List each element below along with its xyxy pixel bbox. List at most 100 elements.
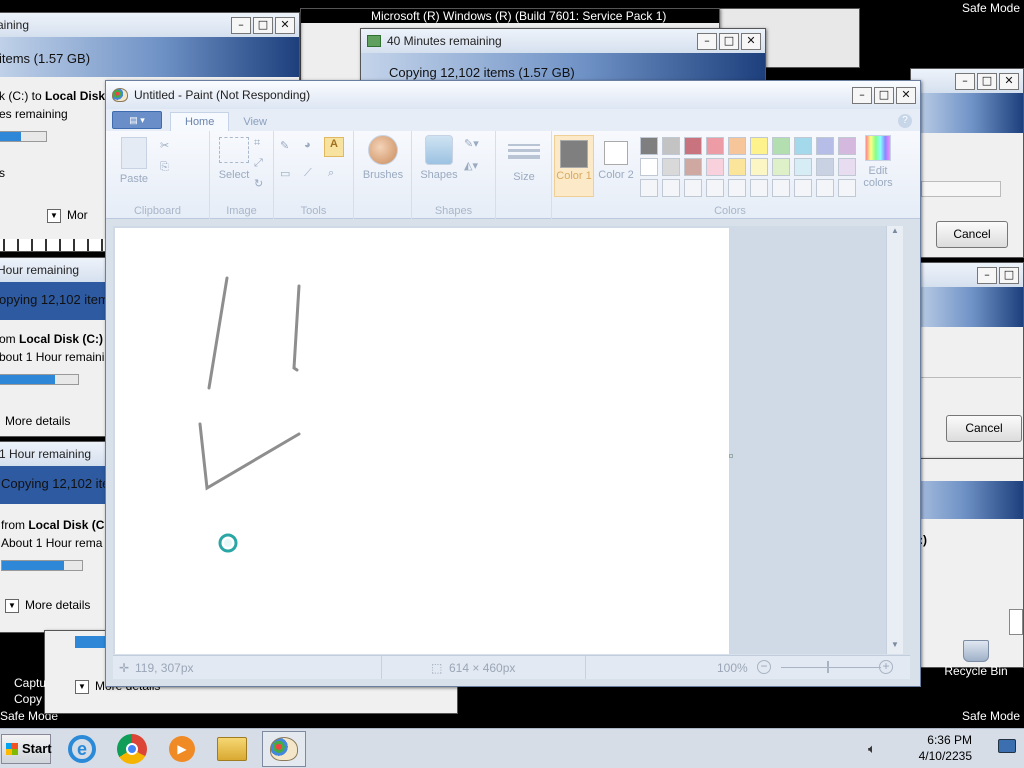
more-details-toggle[interactable]: ▼ More details [5,598,90,613]
maximize-button[interactable]: □ [874,86,894,104]
more-details-toggle[interactable]: ▼ Mor [47,208,88,223]
minimize-button[interactable]: – [697,32,717,50]
palette-swatch[interactable] [662,158,680,176]
color1-button[interactable]: Color 1 [554,135,594,197]
palette-swatch[interactable] [684,158,702,176]
zoom-slider-track[interactable] [781,667,881,668]
palette-swatch[interactable] [640,137,658,155]
explorer-icon[interactable] [210,731,254,767]
from-bold: Local Disk (C: [28,518,108,532]
show-desktop-icon[interactable] [998,739,1016,753]
magnifier-icon[interactable]: ⌕ [328,167,334,180]
palette-swatch[interactable] [662,179,680,197]
recycle-bin[interactable]: Recycle Bin [944,640,1008,678]
help-icon[interactable]: ? [898,114,912,128]
palette-swatch[interactable] [728,158,746,176]
palette-swatch[interactable] [794,158,812,176]
palette-swatch[interactable] [750,137,768,155]
select-button[interactable]: Select [214,137,254,181]
maximize-button[interactable]: □ [999,266,1019,284]
eraser-icon[interactable]: ▭ [280,167,290,180]
palette-swatch[interactable] [750,179,768,197]
minimize-button[interactable]: – [231,16,251,34]
palette-swatch[interactable] [728,179,746,197]
scroll-up-arrow[interactable]: ▲ [887,226,903,240]
brushes-button[interactable]: Brushes [358,135,408,181]
palette-swatch[interactable] [684,179,702,197]
paint-window: Untitled - Paint (Not Responding) – □ ✕ ▤ … [105,80,921,687]
minimize-button[interactable]: – [955,72,975,90]
zoom-out-button[interactable]: − [757,660,771,674]
palette-swatch[interactable] [794,179,812,197]
crop-icon[interactable]: ⌗ [254,137,260,150]
palette-swatch[interactable] [816,179,834,197]
palette-swatch[interactable] [794,137,812,155]
resize-handle[interactable] [729,454,733,458]
palette-swatch[interactable] [640,158,658,176]
chrome-icon[interactable] [110,731,154,767]
color-picker-icon[interactable]: ⟋ [304,167,312,180]
minimize-button[interactable]: – [977,266,997,284]
text-icon[interactable]: A [324,137,344,157]
clock[interactable]: 6:36 PM 4/10/2235 [919,732,972,764]
start-button[interactable]: Start [1,734,52,764]
fill-icon[interactable]: ◕ [304,139,311,151]
volume-muted-icon[interactable]: 🔈︎ [868,741,884,757]
scroll-down-arrow[interactable]: ▼ [887,640,903,654]
palette-swatch[interactable] [838,137,856,155]
palette-swatch[interactable] [772,179,790,197]
palette-swatch[interactable] [640,179,658,197]
group-brushes: Brushes [354,131,412,219]
cancel-button[interactable]: Cancel [946,415,1022,442]
stroke-mouth [198,422,301,491]
palette-swatch[interactable] [838,179,856,197]
palette-swatch[interactable] [772,158,790,176]
palette-swatch[interactable] [706,137,724,155]
size-button[interactable]: Size [502,137,546,183]
drawing-canvas[interactable] [115,228,729,654]
close-button[interactable]: ✕ [741,32,761,50]
palette-swatch[interactable] [816,158,834,176]
maximize-button[interactable]: □ [719,32,739,50]
pencil-icon[interactable]: ✎ [280,139,289,152]
copy-icon[interactable]: ⎘ [160,161,169,174]
palette-swatch[interactable] [816,137,834,155]
from-prefix: k (C:) to [0,89,46,103]
paint-taskbar-icon[interactable] [262,731,306,767]
outline-icon[interactable]: ✎▾ [464,137,479,150]
close-button[interactable]: ✕ [896,86,916,104]
tab-home[interactable]: Home [170,112,230,131]
app-menu-button[interactable]: ▤ ▾ [112,111,162,129]
shapes-button[interactable]: Shapes [416,135,462,181]
maximize-button[interactable]: □ [977,72,997,90]
rotate-icon[interactable]: ↻ [254,177,263,190]
cut-icon[interactable]: ✂ [160,139,169,152]
media-player-icon[interactable]: ▶ [160,731,204,767]
color2-button[interactable]: Color 2 [598,135,634,181]
palette-swatch[interactable] [662,137,680,155]
resize-icon[interactable]: ⤢ [254,157,263,170]
titlebar: aining – □ ✕ [0,13,299,37]
tab-view[interactable]: View [229,113,281,131]
vertical-scrollbar[interactable]: ▲ ▼ [886,226,903,654]
palette-swatch[interactable] [684,137,702,155]
palette-swatch[interactable] [728,137,746,155]
close-button[interactable]: ✕ [275,16,295,34]
cancel-button[interactable]: Cancel [936,221,1008,248]
edit-colors-button[interactable]: Edit colors [858,135,898,189]
paste-button[interactable]: Paste [114,137,154,185]
more-details-toggle[interactable]: More details [5,414,70,428]
header-band: Copying 12,102 iter [0,466,107,504]
palette-swatch[interactable] [838,158,856,176]
palette-swatch[interactable] [772,137,790,155]
minimize-button[interactable]: – [852,86,872,104]
zoom-in-button[interactable]: + [879,660,893,674]
internet-explorer-icon[interactable]: e [60,731,104,767]
palette-swatch[interactable] [706,179,724,197]
fill-shape-icon[interactable]: ◭▾ [464,159,478,172]
maximize-button[interactable]: □ [253,16,273,34]
palette-swatch[interactable] [706,158,724,176]
palette-swatch[interactable] [750,158,768,176]
zoom-slider-thumb[interactable] [827,661,829,673]
close-button[interactable]: ✕ [999,72,1019,90]
